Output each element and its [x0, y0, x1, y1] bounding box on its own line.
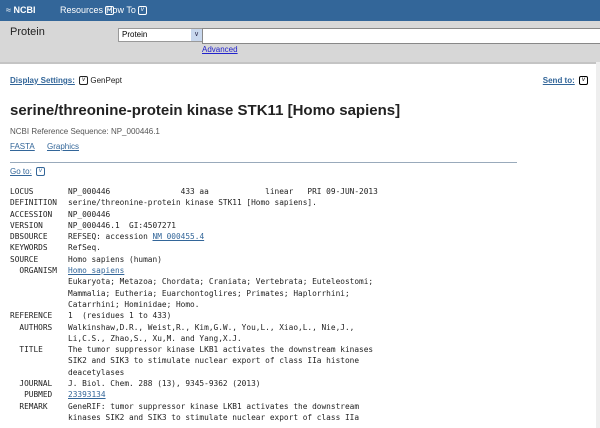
record-field-value: 1 (residues 1 to 433) [68, 311, 172, 321]
record-row: DBSOURCE REFSEQ: accession NM_000455.4 [10, 231, 378, 242]
record-field-label [10, 412, 68, 423]
send-to[interactable]: Send to: v [543, 76, 588, 86]
record-field-value: Walkinshaw,D.R., Weist,R., Kim,G.W., You… [68, 322, 355, 332]
record-field-label: VERSION [10, 220, 43, 230]
record-field-label: SOURCE [10, 254, 39, 264]
record-field-value: NP_000446 [68, 209, 111, 219]
send-to-link[interactable]: Send to: [543, 76, 575, 85]
database-select[interactable]: Protein ∨ [118, 28, 203, 42]
chevron-down-icon: ∨ [191, 29, 202, 41]
record-row: ACCESSION NP_000446 [10, 209, 378, 220]
record-field-value: Mammalia; Eutheria; Euarchontoglires; Pr… [68, 288, 350, 298]
record-field-label: TITLE [10, 345, 43, 355]
record-row: Eukaryota; Metazoa; Chordata; Craniata; … [10, 276, 378, 287]
record-row: kinases SIK2 and SIK3 to stimulate nucle… [10, 412, 378, 423]
chevron-down-icon: v [36, 167, 46, 177]
search-input[interactable] [202, 28, 600, 44]
record-field-label: DBSOURCE [10, 232, 48, 242]
record-field-label [10, 333, 68, 344]
record-field-label: KEYWORDS [10, 243, 48, 253]
howto-menu[interactable]: How To v [106, 5, 147, 16]
record-field-label: DEFINITION [10, 198, 57, 208]
record-field-value: deacetylases [68, 367, 125, 377]
record-field-label: ACCESSION [10, 209, 53, 219]
record-field-value: NP_000446 433 aa linear PRI 09-JUN-2013 [68, 187, 378, 196]
reference-sequence: NCBI Reference Sequence: NP_000446.1 [10, 127, 160, 136]
record-field-value: GeneRIF: tumor suppressor kinase LKB1 ac… [68, 401, 360, 411]
search-bar: Protein Protein ∨ Advanced [0, 21, 600, 64]
record-field-label [10, 299, 68, 310]
database-label: Protein [10, 26, 45, 38]
record-field-label: REFERENCE [10, 311, 53, 321]
record-field-value: Catarrhini; Hominidae; Homo. [68, 299, 200, 309]
genpept-record: LOCUS NP_000446 433 aa linear PRI 09-JUN-… [10, 186, 378, 423]
record-row: KEYWORDS RefSeq. [10, 242, 378, 253]
record-row: TITLE The tumor suppressor kinase LKB1 ac… [10, 344, 378, 355]
record-row: Mammalia; Eutheria; Euarchontoglires; Pr… [10, 288, 378, 299]
record-field-value: Li,C.S., Zhao,S., Xu,M. and Yang,X.J. [68, 333, 242, 343]
record-row: SOURCE Homo sapiens (human) [10, 254, 378, 265]
record-field-label: ORGANISM [10, 266, 57, 276]
record-field-label [10, 367, 68, 378]
record-field-label: LOCUS [10, 187, 34, 196]
record-field-label: PUBMED [10, 390, 53, 400]
record-row: REMARK GeneRIF: tumor suppressor kinase L… [10, 401, 378, 412]
record-field-value: serine/threonine-protein kinase STK11 [H… [68, 198, 317, 208]
record-row: REFERENCE 1 (residues 1 to 433) [10, 310, 378, 321]
ncbi-logo-text: NCBI [13, 5, 36, 15]
record-row: deacetylases [10, 367, 378, 378]
record-link[interactable]: Homo sapiens [68, 265, 124, 276]
record-field-label: JOURNAL [10, 379, 53, 389]
fasta-link[interactable]: FASTA [10, 142, 35, 151]
record-field-label: REMARK [10, 401, 48, 411]
record-field-label [10, 276, 68, 287]
record-row: PUBMED 23393134 [10, 389, 378, 400]
record-field-value: Eukaryota; Metazoa; Chordata; Craniata; … [68, 277, 374, 287]
divider [10, 162, 517, 163]
record-field-value: NP_000446.1 GI:4507271 [68, 220, 176, 230]
record-row: Li,C.S., Zhao,S., Xu,M. and Yang,X.J. [10, 333, 378, 344]
howto-label: How To [106, 5, 136, 15]
record-row: VERSION NP_000446.1 GI:4507271 [10, 220, 378, 231]
goto-menu[interactable]: Go to: v [10, 167, 46, 177]
record-field-value: J. Biol. Chem. 288 (13), 9345-9362 (2013… [68, 379, 261, 389]
record-row: AUTHORS Walkinshaw,D.R., Weist,R., Kim,G.… [10, 322, 378, 333]
record-field-value: Homo sapiens (human) [68, 254, 162, 264]
record-field-label [10, 355, 68, 366]
top-nav-bar: ≈ NCBI Resources v How To v [0, 0, 600, 21]
page-title: serine/threonine-protein kinase STK11 [H… [10, 102, 401, 119]
graphics-link[interactable]: Graphics [47, 142, 79, 151]
display-format: GenPept [90, 76, 122, 85]
ncbi-logo[interactable]: ≈ NCBI [6, 5, 35, 15]
record-link[interactable]: NM_000455.4 [153, 231, 205, 242]
chevron-down-icon: v [137, 6, 147, 16]
display-settings: Display Settings: v GenPept [10, 76, 122, 86]
record-field-value: kinases SIK2 and SIK3 to stimulate nucle… [68, 412, 360, 422]
record-row: LOCUS NP_000446 433 aa linear PRI 09-JUN-… [10, 186, 378, 197]
resources-label: Resources [60, 5, 104, 15]
chevron-down-icon: v [579, 76, 588, 86]
record-row: SIK2 and SIK3 to stimulate nuclear expor… [10, 355, 378, 366]
record-row: DEFINITION serine/threonine-protein kinas… [10, 197, 378, 208]
display-settings-link[interactable]: Display Settings: [10, 76, 75, 85]
record-field-label: AUTHORS [10, 322, 53, 332]
goto-label: Go to: [10, 167, 32, 176]
record-field-value: The tumor suppressor kinase LKB1 activat… [68, 345, 374, 355]
record-row: ORGANISM Homo sapiens [10, 265, 378, 276]
scrollbar[interactable] [596, 62, 600, 428]
format-links: FASTA Graphics [10, 142, 89, 151]
record-field-value: SIK2 and SIK3 to stimulate nuclear expor… [68, 356, 360, 366]
advanced-search-link[interactable]: Advanced [202, 45, 238, 54]
record-link[interactable]: 23393134 [68, 389, 106, 400]
record-field-label [10, 288, 68, 299]
database-select-value: Protein [122, 30, 148, 39]
chevron-down-icon[interactable]: v [79, 76, 89, 86]
record-row: Catarrhini; Hominidae; Homo. [10, 299, 378, 310]
record-field-value: RefSeq. [68, 243, 101, 253]
record-row: JOURNAL J. Biol. Chem. 288 (13), 9345-936… [10, 378, 378, 389]
record-field-value: REFSEQ: accession [68, 232, 153, 242]
